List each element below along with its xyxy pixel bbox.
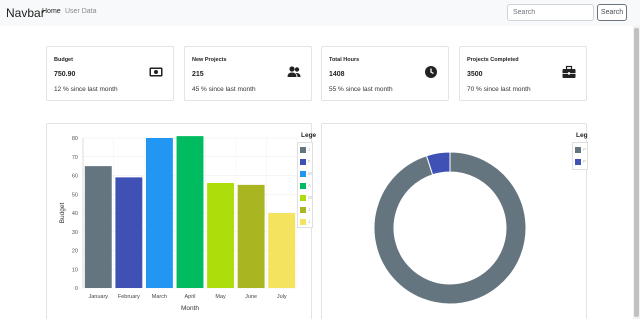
y-tick-label: 80	[72, 136, 78, 142]
card-subtext: 12 % since last month	[54, 86, 118, 93]
bar[interactable]	[145, 138, 173, 288]
y-tick-label: 0	[75, 286, 78, 292]
legend-label: P	[583, 147, 587, 152]
legend-label: M	[308, 171, 312, 176]
legend-swatch[interactable]	[300, 147, 306, 153]
legend-swatch[interactable]	[300, 207, 306, 213]
legend-label: F	[308, 159, 311, 164]
card-value: 750.90	[54, 71, 76, 78]
legend-swatch[interactable]	[300, 171, 306, 177]
x-tick-label: July	[277, 294, 287, 300]
card-title: Total Hours	[329, 57, 360, 63]
donut-chart	[373, 151, 527, 305]
card-value: 215	[192, 71, 204, 78]
money-icon	[149, 67, 163, 77]
legend-label: A	[308, 183, 312, 188]
bar[interactable]	[237, 184, 265, 288]
legend-title: Lege	[301, 132, 317, 139]
y-tick-label: 30	[72, 230, 78, 236]
card-subtext: 45 % since last month	[192, 86, 256, 93]
bar[interactable]	[115, 177, 143, 288]
legend-label: J	[308, 219, 311, 224]
legend-label: M	[308, 195, 312, 200]
x-axis-label: Month	[181, 305, 199, 312]
x-tick-label: March	[152, 294, 167, 300]
users-icon	[287, 66, 301, 77]
card-value: 1408	[329, 71, 345, 78]
y-tick-label: 40	[72, 211, 78, 217]
x-tick-label: January	[88, 294, 108, 300]
legend-swatch[interactable]	[300, 195, 306, 201]
bar[interactable]	[207, 183, 235, 288]
y-axis-label: Budget	[59, 203, 66, 224]
legend-swatch[interactable]	[300, 183, 306, 189]
x-tick-label: June	[245, 294, 257, 300]
briefcase-icon	[562, 65, 576, 78]
legend-label: P	[583, 159, 587, 164]
nav-link-home[interactable]: Home	[42, 8, 61, 15]
card-title: New Projects	[192, 57, 227, 63]
nav-link-user-data[interactable]: User Data	[65, 8, 97, 15]
card-total-hours: Total Hours 1408 55 % since last month	[321, 46, 449, 101]
legend-swatch[interactable]	[575, 159, 581, 165]
y-tick-label: 10	[72, 267, 78, 273]
bar[interactable]	[268, 213, 296, 288]
card-budget: Budget 750.90 12 % since last month	[46, 46, 174, 101]
search-input[interactable]	[507, 4, 594, 21]
search-button[interactable]: Search	[597, 4, 627, 21]
x-tick-label: May	[215, 294, 226, 300]
x-tick-label: April	[184, 294, 195, 300]
navbar: Navbar Home User Data Search	[0, 0, 640, 26]
card-subtext: 55 % since last month	[329, 86, 393, 93]
card-title: Projects Completed	[467, 57, 519, 63]
y-tick-label: 50	[72, 192, 78, 198]
legend-swatch[interactable]	[300, 219, 306, 225]
y-tick-label: 20	[72, 249, 78, 255]
card-subtext: 70 % since last month	[467, 86, 531, 93]
legend-label: J	[308, 207, 311, 212]
donut-chart-panel: Leg P P	[321, 123, 588, 319]
card-new-projects: New Projects 215 45 % since last month	[184, 46, 312, 101]
legend-title: Leg	[576, 132, 588, 139]
donut-slice[interactable]	[373, 151, 527, 305]
bar[interactable]	[84, 166, 112, 288]
bar[interactable]	[176, 136, 204, 288]
legend-swatch[interactable]	[300, 159, 306, 165]
card-title: Budget	[54, 57, 73, 63]
legend-swatch[interactable]	[575, 147, 581, 153]
x-tick-label: February	[118, 294, 140, 300]
y-tick-label: 60	[72, 174, 78, 180]
card-value: 3500	[467, 71, 483, 78]
scrollbar[interactable]	[633, 26, 640, 319]
legend-label: J	[308, 147, 311, 152]
bar-chart-panel: 0 10 20 30 40 50 60 70 80 January February March Apr…	[46, 123, 316, 319]
navbar-brand[interactable]: Navbar	[6, 6, 45, 20]
y-tick-label: 70	[72, 155, 78, 161]
scrollbar-thumb[interactable]	[634, 28, 639, 317]
card-projects-completed: Projects Completed 3500 70 % since last …	[459, 46, 587, 101]
bar-chart: 0 10 20 30 40 50 60 70 80 January February March Apr…	[59, 136, 298, 312]
clock-icon	[425, 66, 437, 78]
